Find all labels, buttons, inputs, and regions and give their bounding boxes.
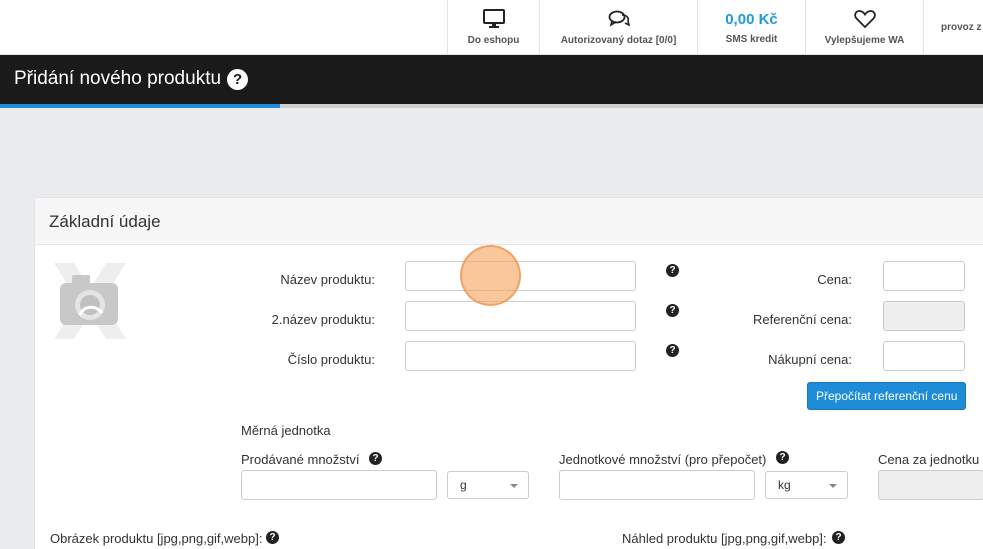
sold-qty-input[interactable] bbox=[241, 470, 437, 500]
product-number-label: Číslo produktu: bbox=[287, 352, 375, 367]
price-label: Cena: bbox=[817, 272, 852, 287]
nav-provoz-label: provoz z bbox=[941, 22, 982, 33]
nav-provoz[interactable]: provoz z bbox=[923, 0, 983, 55]
nav-improvements[interactable]: Vylepšujeme WA bbox=[805, 0, 923, 55]
price-input[interactable] bbox=[883, 261, 965, 291]
unit-price-input bbox=[878, 470, 983, 500]
camera-placeholder-icon[interactable] bbox=[50, 261, 130, 341]
unit-section-title: Měrná jednotka bbox=[241, 423, 331, 438]
ref-price-label: Referenční cena: bbox=[752, 312, 852, 327]
nav-go-to-eshop[interactable]: Do eshopu bbox=[447, 0, 539, 55]
unit-qty-help-icon[interactable]: ? bbox=[776, 451, 789, 464]
unit-qty-input[interactable] bbox=[559, 470, 755, 500]
page-title: Přidání nového produktu bbox=[14, 68, 222, 89]
product-name-label: Název produktu: bbox=[280, 272, 375, 287]
product-name2-label: 2.název produktu: bbox=[271, 312, 375, 327]
unit-qty-unit-select[interactable]: kg bbox=[765, 471, 848, 499]
top-navigation: Do eshopu Autorizovaný dotaz [0/0] 0,00 … bbox=[0, 0, 983, 55]
monitor-icon bbox=[482, 9, 505, 29]
page-title-bar: Přidání nového produktu ? bbox=[0, 55, 983, 106]
ref-price-input bbox=[883, 301, 965, 331]
product-preview-help-icon[interactable]: ? bbox=[832, 531, 845, 544]
product-image-help-icon[interactable]: ? bbox=[266, 531, 279, 544]
chevron-down-icon bbox=[510, 484, 518, 488]
chevron-down-icon bbox=[829, 484, 837, 488]
buy-price-label: Nákupní cena: bbox=[768, 352, 852, 367]
card-header: Základní údaje bbox=[35, 198, 983, 245]
sold-unit-select[interactable]: g bbox=[447, 471, 529, 499]
product-name-help-icon[interactable]: ? bbox=[666, 264, 679, 277]
product-image-label: Obrázek produktu [jpg,png,gif,webp]: bbox=[50, 531, 263, 546]
product-preview-label: Náhled produktu [jpg,png,gif,webp]: bbox=[622, 531, 827, 546]
title-active-indicator bbox=[0, 104, 280, 108]
product-number-input[interactable] bbox=[405, 341, 636, 371]
page-help-icon[interactable]: ? bbox=[227, 68, 249, 90]
sold-qty-help-icon[interactable]: ? bbox=[369, 452, 382, 465]
unit-qty-unit-value: kg bbox=[778, 478, 791, 492]
nav-sms-credit[interactable]: 0,00 Kč SMS kredit bbox=[697, 0, 805, 55]
heart-icon bbox=[853, 9, 876, 29]
sold-qty-label: Prodávané množství bbox=[241, 452, 360, 467]
basic-info-card: Základní údaje Název produktu: ? 2.název… bbox=[34, 197, 983, 549]
nav-eshop-label: Do eshopu bbox=[467, 35, 520, 46]
product-name2-input[interactable] bbox=[405, 301, 636, 331]
title-divider bbox=[280, 104, 983, 108]
sms-credit-value: 0,00 Kč bbox=[725, 11, 778, 28]
sold-unit-value: g bbox=[460, 478, 467, 492]
nav-query-label: Autorizovaný dotaz [0/0] bbox=[560, 35, 677, 46]
recalculate-ref-price-button[interactable]: Přepočítat referenční cenu bbox=[807, 382, 967, 410]
unit-qty-label: Jednotkové množství (pro přepočet) bbox=[559, 452, 767, 467]
click-indicator bbox=[460, 245, 521, 306]
buy-price-input[interactable] bbox=[883, 341, 965, 371]
chat-icon bbox=[608, 9, 630, 29]
unit-price-label: Cena za jednotku bbox=[878, 452, 980, 467]
product-number-help-icon[interactable]: ? bbox=[666, 344, 679, 357]
nav-improve-label: Vylepšujeme WA bbox=[824, 35, 905, 46]
nav-sms-label: SMS kredit bbox=[725, 34, 778, 45]
nav-authorized-query[interactable]: Autorizovaný dotaz [0/0] bbox=[539, 0, 697, 55]
card-title: Základní údaje bbox=[49, 212, 161, 231]
product-name2-help-icon[interactable]: ? bbox=[666, 304, 679, 317]
